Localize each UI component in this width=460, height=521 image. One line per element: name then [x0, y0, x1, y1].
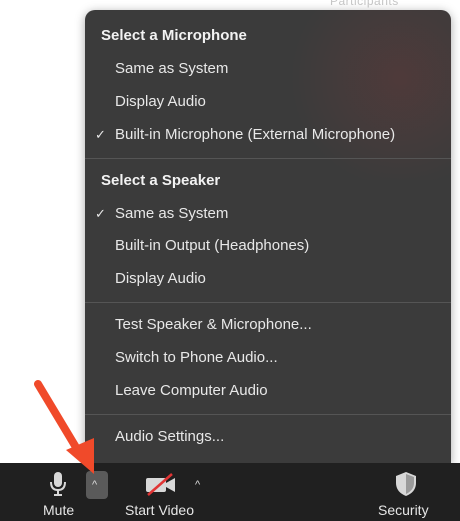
mute-label: Mute [43, 502, 75, 518]
microphone-icon [50, 472, 66, 496]
speaker-option-label: Same as System [115, 205, 229, 222]
security-button[interactable]: Security [372, 463, 442, 521]
audio-settings-item[interactable]: Audio Settings... [85, 423, 451, 451]
speaker-option-label: Built-in Output (Headphones) [115, 237, 310, 254]
chevron-up-icon: ^ [195, 479, 201, 491]
test-speaker-microphone-item[interactable]: Test Speaker & Microphone... [85, 311, 451, 339]
menu-separator [85, 302, 451, 303]
speaker-option-built-in-output[interactable]: Built-in Output (Headphones) [85, 232, 451, 260]
speaker-option-display-audio[interactable]: Display Audio [85, 265, 451, 293]
checkmark-icon: ✓ [95, 127, 106, 142]
select-speaker-header: Select a Speaker [101, 172, 221, 189]
shield-icon [396, 472, 416, 496]
video-options-caret-button[interactable]: ^ [190, 463, 210, 521]
chevron-up-icon: ^ [92, 479, 98, 491]
start-video-label: Start Video [125, 502, 195, 518]
checkmark-icon: ✓ [95, 206, 106, 221]
menu-separator [85, 158, 451, 159]
mic-option-label: Display Audio [115, 93, 206, 110]
mic-option-label: Built-in Microphone (External Microphone… [115, 126, 396, 143]
mute-button[interactable]: Mute [30, 463, 86, 521]
speaker-option-same-as-system[interactable]: ✓ Same as System [85, 200, 451, 228]
video-camera-off-icon [146, 473, 175, 496]
mic-option-label: Same as System [115, 60, 229, 77]
menu-separator [85, 414, 451, 415]
select-microphone-header: Select a Microphone [101, 27, 247, 44]
audio-options-menu: Select a Microphone Same as System Displ… [85, 10, 451, 464]
switch-to-phone-audio-item[interactable]: Switch to Phone Audio... [85, 344, 451, 372]
mic-option-built-in-microphone[interactable]: ✓ Built-in Microphone (External Micropho… [85, 121, 451, 149]
mic-option-display-audio[interactable]: Display Audio [85, 88, 451, 116]
speaker-option-label: Display Audio [115, 270, 206, 287]
audio-options-caret-button[interactable]: ^ [86, 471, 108, 499]
meeting-toolbar: Mute ^ Start Video ^ Security [0, 463, 460, 521]
leave-computer-audio-item[interactable]: Leave Computer Audio [85, 377, 451, 405]
mic-option-same-as-system[interactable]: Same as System [85, 55, 451, 83]
security-label: Security [378, 502, 429, 518]
participants-label-partial: Participants [330, 0, 399, 8]
